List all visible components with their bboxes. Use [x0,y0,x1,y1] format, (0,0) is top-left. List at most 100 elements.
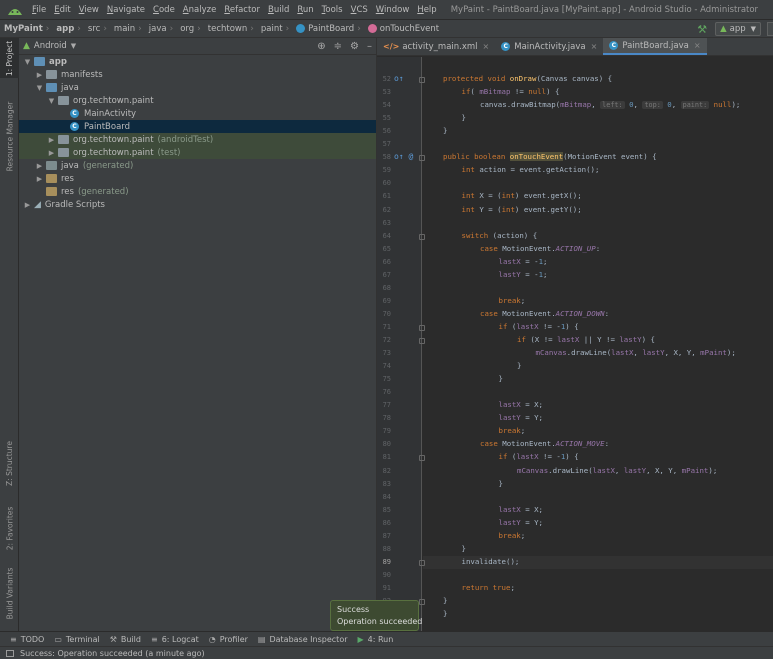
tree-item[interactable]: ▶ manifests [19,68,376,81]
tool-todo[interactable]: ≡ TODO [10,635,44,644]
code-line[interactable]: int X = (int) event.getX(); [462,191,582,200]
code-line[interactable]: case MotionEvent.ACTION_MOVE: [480,439,609,448]
code-line[interactable]: if (X != lastX || Y != lastY) { [517,335,655,344]
menu-build[interactable]: Build [264,5,293,15]
fold-marker-icon[interactable] [419,599,425,605]
success-notification[interactable]: Success Operation succeeded [330,600,422,631]
close-icon[interactable]: × [591,42,598,51]
breadcrumb-item[interactable]: MyPaint [0,24,43,34]
menu-help[interactable]: Help [413,5,440,15]
tree-item[interactable]: ▼ org.techtown.paint [19,94,376,107]
fold-marker-icon[interactable] [419,324,425,331]
code-line[interactable]: lastY = Y; [499,413,544,422]
breadcrumb-item[interactable]: java [145,24,167,34]
code-line[interactable]: break; [499,531,526,540]
tree-item[interactable]: C MainActivity [19,107,376,120]
menu-analyze[interactable]: Analyze [179,5,221,15]
fold-marker-icon[interactable] [419,77,425,83]
fold-marker-icon[interactable] [419,455,425,462]
tree-item[interactable]: ▶ org.techtown.paint (test) [19,146,376,159]
tree-item[interactable]: res (generated) [19,185,376,198]
code-line[interactable]: protected void onDraw(Canvas canvas) { [443,74,612,83]
code-line[interactable]: public boolean onTouchEvent(MotionEvent … [443,152,657,162]
collapse-arrow-icon[interactable]: ▶ [35,71,44,79]
code-line[interactable]: lastX = -1; [499,257,548,266]
make-project-hammer-icon[interactable]: ⚒ [697,23,707,36]
tree-item[interactable]: ▶ ◢ Gradle Scripts [19,198,376,211]
code-line[interactable]: if( mBitmap != null) { [462,87,560,96]
menu-edit[interactable]: Edit [50,5,74,15]
device-selector-edge[interactable] [767,22,773,36]
close-icon[interactable]: × [483,42,490,51]
menu-run[interactable]: Run [293,5,317,15]
code-line[interactable]: lastX = X; [499,400,544,409]
code-line[interactable]: switch (action) { [462,231,538,240]
expand-arrow-icon[interactable]: ▼ [35,84,44,92]
code-line[interactable]: lastX = X; [499,505,544,514]
code-line[interactable]: case MotionEvent.ACTION_DOWN: [480,309,609,318]
override-marker-icon[interactable]: o↑ @ [394,152,413,161]
menu-file[interactable]: File [28,5,50,15]
breadcrumb-item[interactable]: org [176,24,194,34]
status-panel-icon[interactable] [6,649,14,657]
code-line[interactable]: int action = event.getAction(); [462,165,600,174]
breadcrumb-item[interactable]: main [110,24,135,34]
close-icon[interactable]: × [694,41,701,50]
editor-tab[interactable]: C PaintBoard.java × [603,38,707,55]
tool-terminal[interactable]: ▭ Terminal [54,635,99,644]
expand-arrow-icon[interactable]: ▼ [47,97,56,105]
collapse-arrow-icon[interactable]: ▶ [35,175,44,183]
tab-project[interactable]: 1: Project [0,38,19,78]
code-line[interactable]: canvas.drawBitmap(mBitmap, left: 0, top:… [480,100,740,110]
code-line[interactable]: } [462,113,466,122]
breadcrumb-item[interactable]: onTouchEvent [364,24,439,34]
locate-target-icon[interactable]: ⊕ [317,41,325,52]
code-line[interactable]: mCanvas.drawLine(lastX, lastY, X, Y, mPa… [536,348,736,357]
project-view-selector[interactable]: Android [34,41,67,51]
run-configuration-dropdown[interactable]: ▲ app ▼ [715,22,761,36]
collapse-arrow-icon[interactable]: ▶ [23,201,32,209]
tab-build-variants[interactable]: Build Variants [0,563,19,623]
code-line[interactable]: lastY = Y; [499,518,544,527]
tool-profiler[interactable]: ◔ Profiler [209,635,248,644]
code-line[interactable]: int Y = (int) event.getY(); [462,205,582,214]
code-line[interactable]: if (lastX != -1) { [499,322,579,331]
tree-item[interactable]: C PaintBoard [19,120,376,133]
breadcrumb-item[interactable]: PaintBoard [292,24,354,34]
tree-item[interactable]: ▶ java (generated) [19,159,376,172]
code-line[interactable]: break; [499,426,526,435]
expand-arrow-icon[interactable]: ▼ [23,58,32,66]
code-line[interactable]: } [517,361,521,370]
breadcrumb-item[interactable]: app [52,24,74,34]
menu-navigate[interactable]: Navigate [103,5,149,15]
code-line[interactable]: case MotionEvent.ACTION_UP: [480,244,600,253]
editor-tab[interactable]: </> activity_main.xml × [377,38,495,55]
tree-item[interactable]: ▼ java [19,81,376,94]
code-line[interactable]: } [443,596,447,605]
code-line[interactable]: invalidate(); [462,557,520,566]
override-marker-icon[interactable]: o↑ [394,74,404,83]
code-line[interactable]: } [499,374,503,383]
code-area[interactable]: 52 o↑ 53 54 55 56 57 58 o↑ @59 60 61 62 63 64 65 66 67 68… [377,57,773,631]
hide-panel-icon[interactable]: – [367,41,372,52]
tree-item[interactable]: ▼ app [19,55,376,68]
fold-marker-icon[interactable] [419,155,425,162]
tree-item[interactable]: ▶ res [19,172,376,185]
code-line[interactable]: } [443,609,447,618]
tree-item[interactable]: ▶ org.techtown.paint (androidTest) [19,133,376,146]
code-line[interactable]: mCanvas.drawLine(lastX, lastY, X, Y, mPa… [517,466,717,475]
tab-structure[interactable]: Z: Structure [0,433,19,493]
menu-vcs[interactable]: VCS [347,5,372,15]
code-line[interactable]: } [443,126,447,135]
code-line[interactable]: } [499,479,503,488]
menu-code[interactable]: Code [149,5,179,15]
fold-marker-icon[interactable] [419,233,425,240]
tool-database-inspector[interactable]: ▤ Database Inspector [258,635,348,644]
breadcrumb-item[interactable]: src [84,24,100,34]
menu-tools[interactable]: Tools [318,5,347,15]
collapse-arrow-icon[interactable]: ▶ [47,149,56,157]
gear-icon[interactable]: ⚙ [350,41,359,52]
tool--logcat[interactable]: ≡ 6: Logcat [151,635,199,644]
chevron-down-icon[interactable]: ▼ [71,42,76,50]
tool--run[interactable]: ▶ 4: Run [358,635,394,644]
